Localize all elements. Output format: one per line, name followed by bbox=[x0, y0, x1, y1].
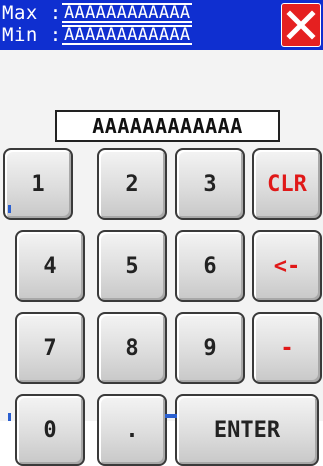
selection-marker bbox=[8, 413, 11, 421]
key-4[interactable]: 4 bbox=[15, 230, 85, 302]
min-value: AAAAAAAAAAAA bbox=[62, 25, 193, 45]
key-0[interactable]: 0 bbox=[15, 394, 85, 466]
max-value: AAAAAAAAAAAA bbox=[62, 3, 193, 23]
decimal-point-key[interactable]: . bbox=[97, 394, 167, 466]
key-2[interactable]: 2 bbox=[97, 148, 167, 220]
max-label: Max : bbox=[2, 2, 62, 24]
key-5[interactable]: 5 bbox=[97, 230, 167, 302]
selection-marker bbox=[165, 414, 177, 418]
enter-button[interactable]: ENTER bbox=[175, 394, 319, 466]
min-range: Min : AAAAAAAAAAAA bbox=[2, 24, 193, 46]
title-bar: Max : AAAAAAAAAAAA Min : AAAAAAAAAAAA bbox=[0, 0, 323, 50]
key-8[interactable]: 8 bbox=[97, 312, 167, 384]
keypad-panel: AAAAAAAAAAAA 1 2 3 CLR 4 5 6 <- 7 8 9 - … bbox=[0, 50, 323, 466]
max-range: Max : AAAAAAAAAAAA bbox=[2, 2, 193, 24]
key-6[interactable]: 6 bbox=[175, 230, 245, 302]
value-display: AAAAAAAAAAAA bbox=[55, 110, 280, 142]
backspace-button[interactable]: <- bbox=[252, 230, 322, 302]
close-x-icon bbox=[286, 10, 316, 40]
clear-button[interactable]: CLR bbox=[252, 148, 322, 220]
selection-marker bbox=[8, 205, 11, 213]
key-1[interactable]: 1 bbox=[3, 148, 73, 220]
key-3[interactable]: 3 bbox=[175, 148, 245, 220]
minus-button[interactable]: - bbox=[252, 312, 322, 384]
key-9[interactable]: 9 bbox=[175, 312, 245, 384]
key-7[interactable]: 7 bbox=[15, 312, 85, 384]
close-button[interactable] bbox=[281, 3, 321, 47]
min-label: Min : bbox=[2, 24, 62, 46]
